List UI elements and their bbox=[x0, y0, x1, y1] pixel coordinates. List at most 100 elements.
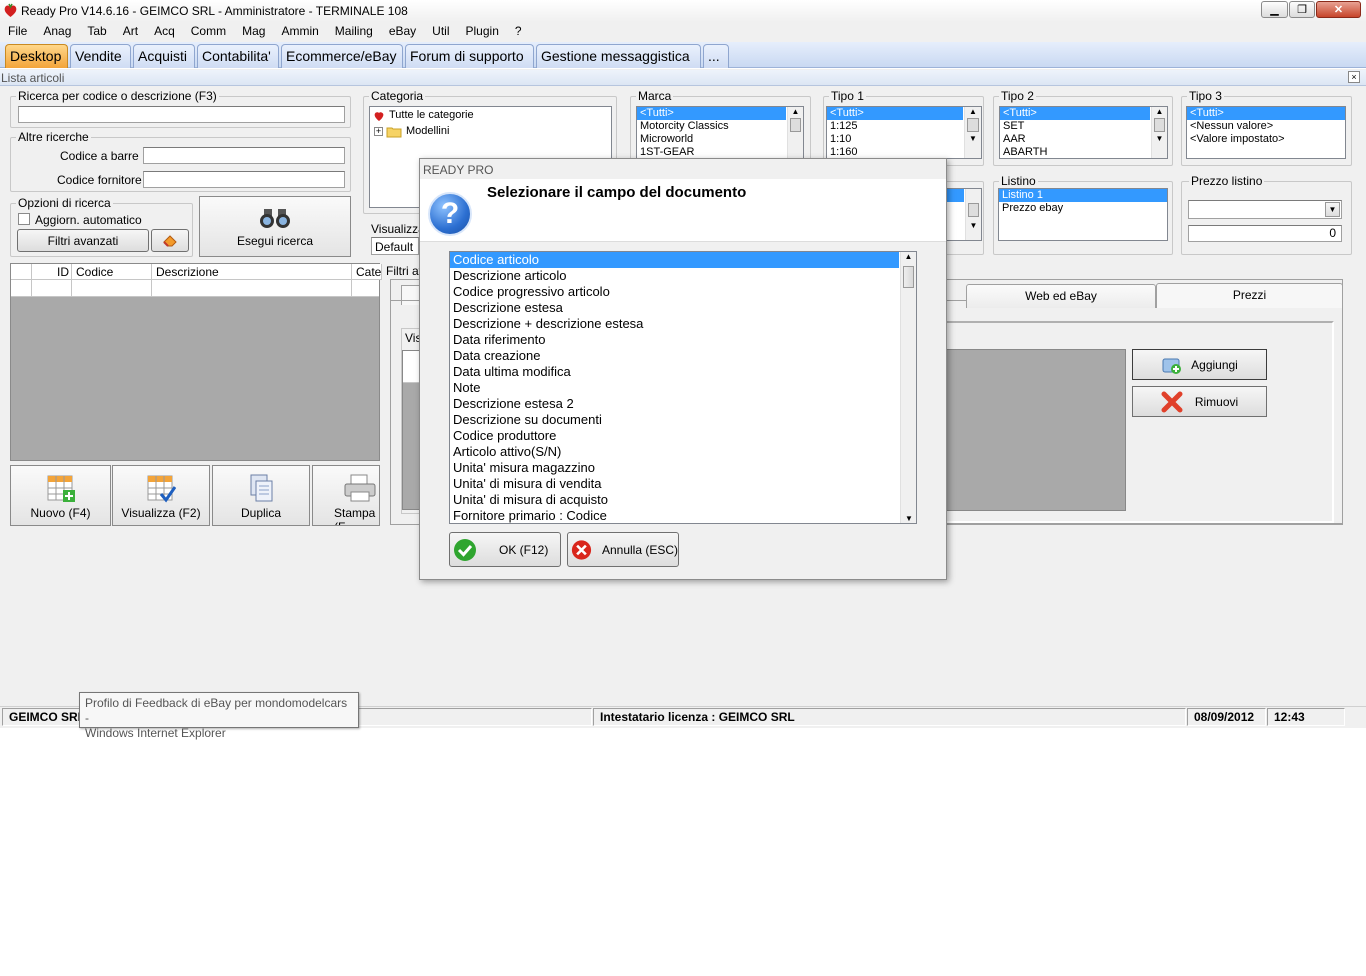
minimize-button[interactable]: ▁ bbox=[1261, 1, 1288, 18]
type2-list[interactable]: <Tutti> SET AAR ABARTH ▲ ▼ bbox=[999, 106, 1168, 159]
menu-plugin[interactable]: Plugin bbox=[458, 22, 507, 42]
brand-item[interactable]: Motorcity Classics bbox=[637, 120, 803, 133]
menu-tab[interactable]: Tab bbox=[79, 22, 114, 42]
list-item[interactable]: Descrizione estesa bbox=[450, 300, 916, 316]
list-item[interactable]: Note bbox=[450, 380, 916, 396]
list-item[interactable]: Codice progressivo articolo bbox=[450, 284, 916, 300]
view-select[interactable]: Default bbox=[371, 237, 419, 255]
tab-desktop[interactable]: Desktop bbox=[5, 44, 68, 68]
brand-list[interactable]: <Tutti> Motorcity Classics Microworld 1S… bbox=[636, 106, 804, 159]
clear-filters-button[interactable] bbox=[151, 229, 189, 252]
tab-vendite[interactable]: Vendite bbox=[70, 44, 131, 68]
type4-list[interactable]: ▼ bbox=[945, 188, 982, 241]
type1-list[interactable]: <Tutti> 1:125 1:10 1:160 ▲ ▼ bbox=[826, 106, 982, 159]
run-search-button[interactable]: Esegui ricerca bbox=[199, 196, 351, 257]
list-item[interactable]: Codice articolo bbox=[450, 252, 899, 268]
type2-item[interactable]: ABARTH bbox=[1000, 146, 1167, 158]
document-fields-list[interactable]: Codice articolo Descrizione articolo Cod… bbox=[449, 251, 917, 524]
list-price-input[interactable]: 0 bbox=[1188, 225, 1342, 242]
list-item[interactable]: Unita' di misura di vendita bbox=[450, 476, 916, 492]
scroll-up-icon[interactable]: ▲ bbox=[901, 252, 916, 266]
type1-item[interactable]: 1:125 bbox=[827, 120, 981, 133]
type1-scrollbar[interactable]: ▲ ▼ bbox=[964, 107, 981, 158]
tab-acquisti[interactable]: Acquisti bbox=[133, 44, 195, 68]
type2-item[interactable]: <Tutti> bbox=[1000, 107, 1150, 120]
menu-mag[interactable]: Mag bbox=[234, 22, 273, 42]
type2-item[interactable]: SET bbox=[1000, 120, 1167, 133]
close-button[interactable]: ✕ bbox=[1316, 1, 1361, 18]
type1-item[interactable]: 1:10 bbox=[827, 133, 981, 146]
tree-node-modellini[interactable]: + Modellini bbox=[374, 125, 449, 138]
list-item[interactable]: Descrizione + descrizione estesa bbox=[450, 316, 916, 332]
maximize-button[interactable]: ❐ bbox=[1289, 1, 1315, 18]
barcode-input[interactable] bbox=[143, 147, 345, 164]
tab-web-ebay[interactable]: Web ed eBay bbox=[966, 284, 1156, 308]
tab-contabilita[interactable]: Contabilita' bbox=[197, 44, 279, 68]
type3-item[interactable]: <Tutti> bbox=[1187, 107, 1345, 120]
ok-button[interactable]: OK (F12) bbox=[449, 532, 561, 567]
type3-item[interactable]: <Valore impostato> bbox=[1187, 133, 1345, 146]
list-item[interactable]: Data creazione bbox=[450, 348, 916, 364]
chevron-down-icon[interactable]: ▼ bbox=[1325, 202, 1340, 217]
list-item[interactable]: Data riferimento bbox=[450, 332, 916, 348]
scroll-thumb[interactable] bbox=[903, 266, 914, 288]
search-input[interactable] bbox=[18, 106, 345, 123]
menu-ebay[interactable]: eBay bbox=[381, 22, 424, 42]
list-item[interactable]: Descrizione su documenti bbox=[450, 412, 916, 428]
tab-forum[interactable]: Forum di supporto bbox=[405, 44, 534, 68]
col-id[interactable]: ID bbox=[32, 264, 72, 280]
type2-item[interactable]: AAR bbox=[1000, 133, 1167, 146]
supplier-code-input[interactable] bbox=[143, 171, 345, 188]
scroll-down-icon[interactable]: ▼ bbox=[901, 514, 916, 523]
menu-util[interactable]: Util bbox=[424, 22, 457, 42]
col-codice[interactable]: Codice bbox=[72, 264, 152, 280]
pricelist-item[interactable]: Prezzo ebay bbox=[999, 202, 1167, 215]
menu-help[interactable]: ? bbox=[507, 22, 530, 42]
list-item[interactable]: Data ultima modifica bbox=[450, 364, 916, 380]
pricelist-item[interactable]: Listino 1 bbox=[999, 189, 1167, 202]
list-item[interactable]: Fornitore primario : Codice bbox=[450, 508, 916, 523]
print-button[interactable]: Stampa (F bbox=[312, 465, 380, 526]
view-button[interactable]: Visualizza (F2) bbox=[112, 465, 210, 526]
tree-node-all[interactable]: Tutte le categorie bbox=[373, 109, 474, 122]
prices-grid[interactable] bbox=[944, 349, 1126, 511]
col-descrizione[interactable]: Descrizione bbox=[152, 264, 352, 280]
type3-item[interactable]: <Nessun valore> bbox=[1187, 120, 1345, 133]
menu-comm[interactable]: Comm bbox=[183, 22, 234, 42]
col-categoria[interactable]: Cate bbox=[352, 264, 382, 280]
menu-ammin[interactable]: Ammin bbox=[273, 22, 326, 42]
menu-file[interactable]: File bbox=[0, 22, 35, 42]
list-item[interactable]: Unita' di misura di acquisto bbox=[450, 492, 916, 508]
menu-art[interactable]: Art bbox=[115, 22, 146, 42]
menu-acq[interactable]: Acq bbox=[146, 22, 183, 42]
duplicate-button[interactable]: Duplica bbox=[212, 465, 310, 526]
new-button[interactable]: Nuovo (F4) bbox=[10, 465, 111, 526]
list-item[interactable]: Descrizione articolo bbox=[450, 268, 916, 284]
list-item[interactable]: Descrizione estesa 2 bbox=[450, 396, 916, 412]
list-item[interactable]: Codice produttore bbox=[450, 428, 916, 444]
add-button[interactable]: Aggiungi bbox=[1132, 349, 1267, 380]
tab-ecommerce-ebay[interactable]: Ecommerce/eBay bbox=[281, 44, 403, 68]
pricelist-list[interactable]: Listino 1 Prezzo ebay bbox=[998, 188, 1168, 241]
list-price-combo[interactable]: ▼ bbox=[1188, 200, 1342, 219]
brand-scrollbar[interactable]: ▲ bbox=[787, 107, 803, 158]
panel-close-icon[interactable]: × bbox=[1348, 71, 1360, 83]
tab-more[interactable]: ... bbox=[703, 44, 729, 68]
type3-list[interactable]: <Tutti> <Nessun valore> <Valore impostat… bbox=[1186, 106, 1346, 159]
type1-item[interactable]: <Tutti> bbox=[827, 107, 963, 120]
tab-messaggistica[interactable]: Gestione messaggistica bbox=[536, 44, 701, 68]
table-row[interactable] bbox=[11, 280, 379, 297]
list-item[interactable]: Articolo attivo(S/N) bbox=[450, 444, 916, 460]
menu-anag[interactable]: Anag bbox=[35, 22, 79, 42]
brand-item[interactable]: Microworld bbox=[637, 133, 803, 146]
menu-mailing[interactable]: Mailing bbox=[327, 22, 381, 42]
fields-scrollbar[interactable]: ▲ ▼ bbox=[900, 252, 916, 523]
tab-prezzi[interactable]: Prezzi bbox=[1156, 283, 1343, 309]
cancel-button[interactable]: Annulla (ESC) bbox=[567, 532, 679, 567]
list-item[interactable]: Unita' misura magazzino bbox=[450, 460, 916, 476]
expand-icon[interactable]: + bbox=[374, 127, 383, 136]
advanced-filters-button[interactable]: Filtri avanzati bbox=[17, 229, 149, 252]
brand-item[interactable]: <Tutti> bbox=[637, 107, 786, 120]
remove-button[interactable]: Rimuovi bbox=[1132, 386, 1267, 417]
auto-update-checkbox[interactable] bbox=[18, 213, 30, 225]
